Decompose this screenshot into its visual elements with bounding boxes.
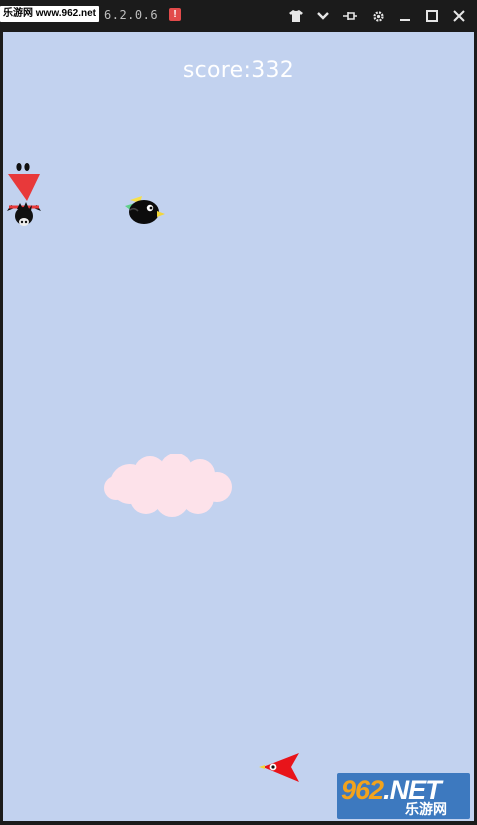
black-bird [125,196,165,224]
watermark-logo: 962.NET 乐游网 [337,773,470,819]
skin-button[interactable] [286,6,306,26]
enemy-bird-hanging [7,163,41,226]
minimize-button[interactable] [395,6,415,26]
dropdown-button[interactable] [313,6,333,26]
alert-badge[interactable]: ! [169,8,181,21]
maximize-button[interactable] [422,6,442,26]
red-arrow-bird [259,753,299,782]
gear-icon [372,10,384,22]
shirt-icon [289,10,303,22]
settings-button[interactable] [368,6,388,26]
window-titlebar: 乐游网 www.962.net 6.2.0.6 ! [0,0,477,32]
close-icon [453,10,465,22]
watermark-tag: 乐游网 www.962.net [0,6,99,22]
app-version: 6.2.0.6 [104,8,159,22]
minimize-icon [400,19,410,21]
pin-button[interactable] [340,6,360,26]
pin-icon [343,12,357,20]
close-button[interactable] [449,6,469,26]
chevron-down-icon [317,12,329,20]
score-display: score:332 [182,58,295,83]
logo-number: 962 [341,775,384,805]
logo-subtitle: 乐游网 [405,801,447,817]
window-bottom-border [0,821,477,825]
pink-cloud [104,454,232,517]
game-canvas[interactable]: score:332 [3,32,474,821]
maximize-icon [426,10,438,22]
